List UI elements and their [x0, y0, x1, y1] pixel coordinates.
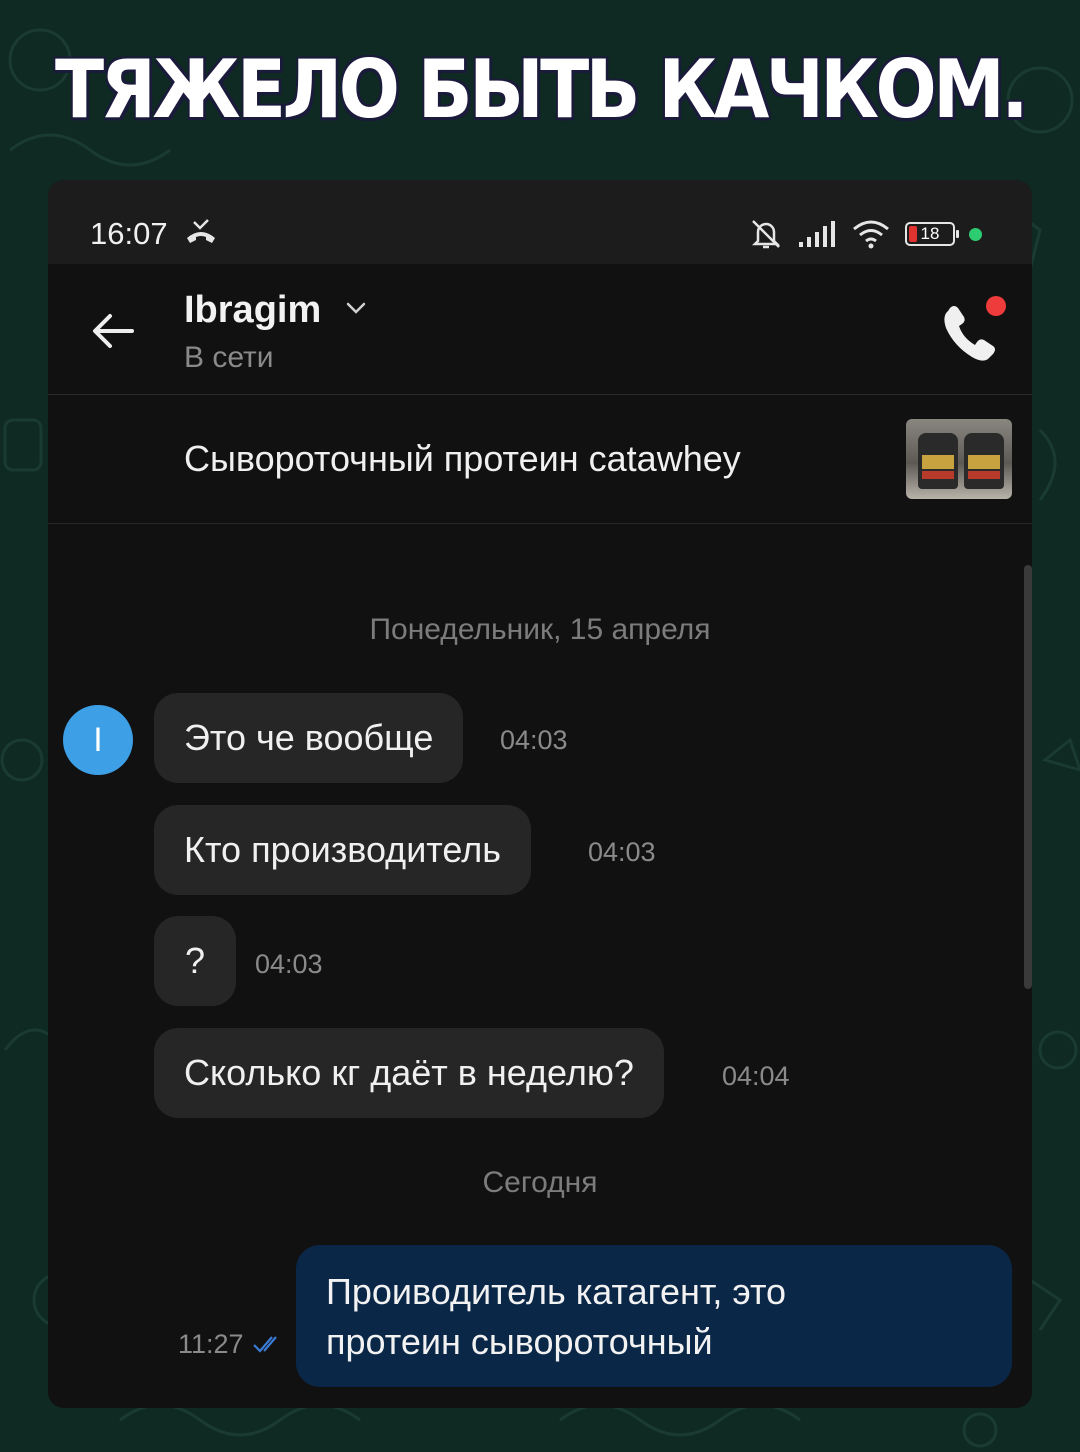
- incoming-message[interactable]: Это че вообще: [154, 693, 464, 783]
- meme-title: ТЯЖЕЛО БЫТЬ КАЧКОМ.: [55, 43, 1029, 136]
- message-time: 11:27: [178, 1329, 244, 1359]
- outgoing-message-line: Проиводитель катагент, это: [326, 1271, 787, 1312]
- mute-icon: [751, 220, 781, 249]
- wifi-icon: [853, 220, 889, 249]
- status-dot-icon: [969, 227, 982, 241]
- chevron-down-icon[interactable]: [344, 298, 368, 318]
- battery-level: 18: [920, 224, 940, 243]
- status-bar: 16:07 18: [48, 180, 1032, 264]
- message-time: 04:03: [588, 837, 656, 867]
- contact-name[interactable]: Ibragim: [184, 286, 321, 334]
- date-separator: Сегодня: [482, 1166, 598, 1199]
- product-title: Сывороточный протеин catawhey: [184, 438, 741, 479]
- incoming-message[interactable]: ?: [154, 916, 237, 1006]
- product-image[interactable]: [906, 419, 1012, 499]
- outgoing-message[interactable]: Проиводитель катагент, это протеин сывор…: [296, 1245, 1012, 1387]
- read-ticks-icon: [253, 1336, 277, 1353]
- battery-icon: 18: [905, 222, 959, 246]
- status-time: 16:07: [90, 216, 168, 251]
- incoming-message[interactable]: Сколько кг даёт в неделю?: [154, 1028, 664, 1118]
- back-arrow-icon[interactable]: [88, 306, 138, 356]
- date-separator: Понедельник, 15 апреля: [369, 613, 711, 646]
- signal-icon: [799, 221, 835, 247]
- call-badge: [986, 296, 1006, 316]
- message-time: 04:03: [500, 725, 568, 755]
- missed-call-icon: [187, 219, 215, 243]
- product-banner[interactable]: Сывороточный протеин catawhey: [48, 395, 1032, 524]
- outgoing-message-line: протеин сывороточный: [326, 1321, 713, 1362]
- contact-status: В сети: [184, 341, 274, 374]
- chat-header: Ibragim В сети: [48, 264, 1032, 395]
- message-time: 04:04: [722, 1061, 790, 1091]
- avatar[interactable]: I: [63, 705, 133, 775]
- incoming-message[interactable]: Кто производитель: [154, 805, 531, 895]
- message-time: 04:03: [255, 949, 323, 979]
- status-icons: 18: [749, 216, 982, 252]
- chat-screenshot: 16:07 18 Ibragim В сети Сывороточный про…: [48, 180, 1032, 1408]
